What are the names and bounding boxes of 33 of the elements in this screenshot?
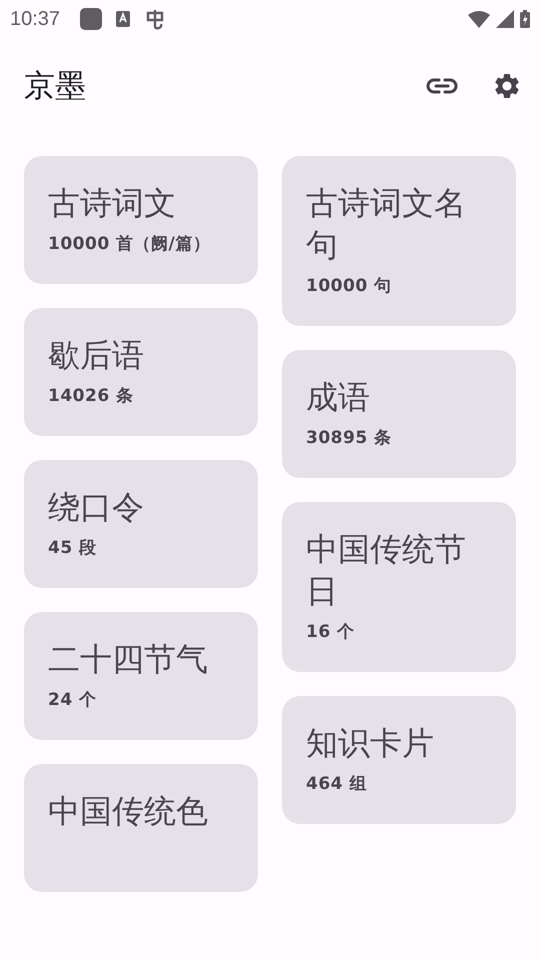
card-title: 二十四节气 [48, 639, 209, 680]
status-time: 10:37 [10, 8, 60, 30]
card-count: 45 段 [48, 537, 98, 560]
card-title: 知识卡片 [306, 723, 435, 764]
card-title: 古诗词文名句 [306, 183, 467, 266]
app-notification-icon [80, 8, 102, 30]
card-title: 中国传统色 [48, 791, 209, 832]
category-card[interactable]: 古诗词文 10000 首（阙/篇） [24, 156, 258, 284]
app-title: 京墨 [24, 67, 87, 106]
category-card[interactable]: 古诗词文名句 10000 句 [282, 156, 516, 326]
battery-icon [520, 10, 530, 28]
category-card[interactable]: 绕口令 45 段 [24, 460, 258, 588]
category-card[interactable]: 歇后语 14026 条 [24, 308, 258, 436]
category-card[interactable]: 中国传统色 [24, 764, 258, 892]
card-title: 成语 [306, 377, 371, 418]
card-title: 绕口令 [48, 487, 145, 528]
signal-icon [496, 10, 514, 28]
translate-notification-icon [116, 11, 130, 27]
card-title: 古诗词文 [48, 183, 177, 224]
category-card[interactable]: 中国传统节日 16 个 [282, 502, 516, 672]
card-title: 中国传统节日 [306, 529, 467, 612]
category-card[interactable]: 成语 30895 条 [282, 350, 516, 478]
card-count: 30895 条 [306, 427, 393, 450]
category-card[interactable]: 二十四节气 24 个 [24, 612, 258, 740]
card-count: 10000 首（阙/篇） [48, 233, 212, 256]
wifi-icon [468, 10, 490, 28]
card-count: 14026 条 [48, 385, 135, 408]
card-count: 464 组 [306, 773, 368, 796]
card-count: 10000 句 [306, 275, 393, 298]
card-count: 16 个 [306, 621, 356, 644]
card-count: 24 个 [48, 689, 98, 712]
category-card[interactable]: 知识卡片 464 组 [282, 696, 516, 824]
card-title: 歇后语 [48, 335, 145, 376]
